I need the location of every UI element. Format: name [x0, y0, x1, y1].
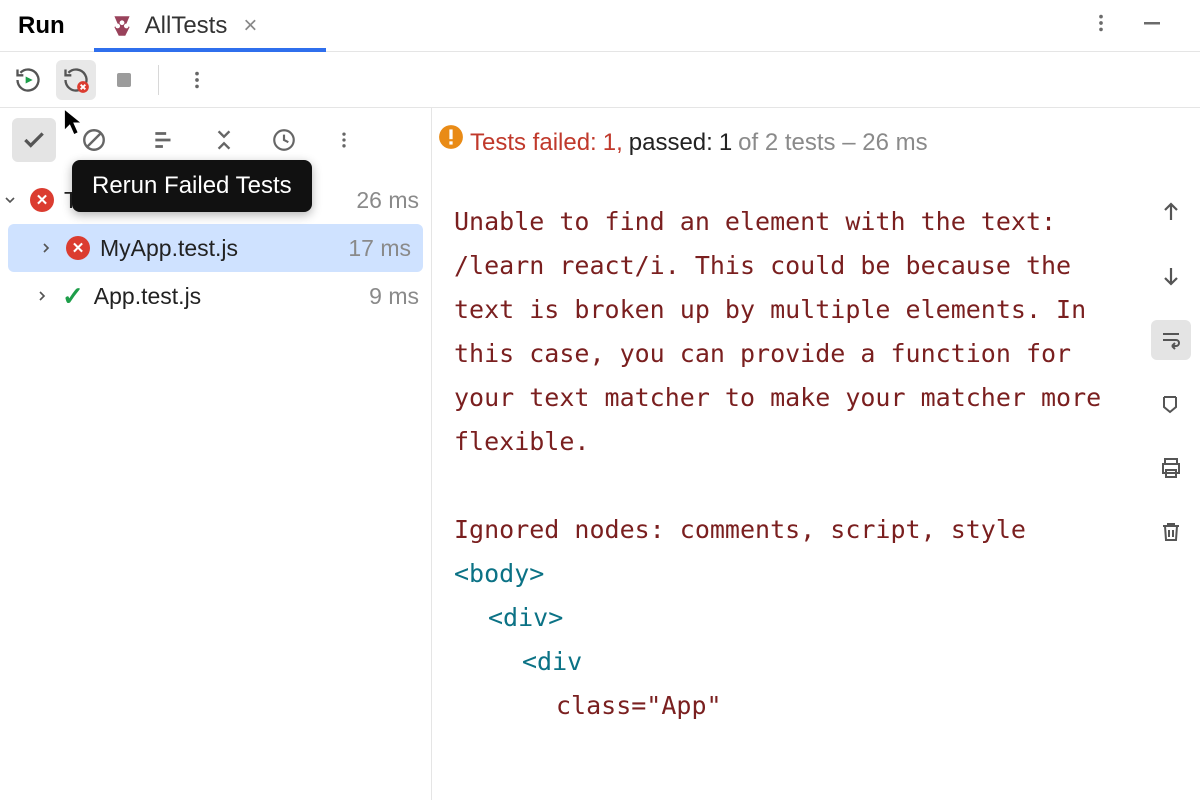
test-tree: Test Results 26 ms MyApp.test.js 17 ms ✓… — [0, 172, 431, 800]
ignored-nodes-line: Ignored nodes: comments, script, style — [454, 508, 1130, 552]
print-icon[interactable] — [1151, 448, 1191, 488]
rerun-failed-button[interactable] — [56, 60, 96, 100]
tree-root-time: 26 ms — [356, 187, 419, 214]
html-div-tag: <div — [454, 640, 1130, 684]
test-summary-status: Tests failed: 1, passed: 1 of 2 tests – … — [432, 108, 1142, 172]
error-message: Unable to find an element with the text:… — [454, 200, 1130, 464]
history-icon[interactable] — [262, 118, 306, 162]
test-output-console[interactable]: Unable to find an element with the text:… — [432, 172, 1142, 800]
html-class-attr: class="App" — [454, 684, 1130, 728]
fail-status-icon — [66, 236, 90, 260]
run-header: Run AllTests × — [0, 0, 1200, 52]
passed-count: 1 — [719, 129, 732, 157]
summary-suffix: of 2 tests – 26 ms — [738, 129, 927, 157]
failed-count: 1, — [603, 129, 623, 157]
scroll-up-icon[interactable] — [1151, 192, 1191, 232]
scroll-down-icon[interactable] — [1151, 256, 1191, 296]
tree-item-app[interactable]: ✓ App.test.js 9 ms — [0, 272, 431, 320]
pass-status-icon: ✓ — [62, 281, 84, 312]
minimize-icon[interactable] — [1140, 11, 1164, 40]
jest-icon — [109, 13, 135, 39]
fail-status-icon — [30, 188, 54, 212]
tree-item-label: MyApp.test.js — [100, 235, 238, 262]
soft-wrap-icon[interactable] — [1151, 320, 1191, 360]
run-toolwindow-label: Run — [18, 12, 65, 40]
show-passed-toggle[interactable] — [12, 118, 56, 162]
run-config-tab[interactable]: AllTests × — [93, 0, 282, 51]
html-div-tag: <div> — [454, 596, 1130, 640]
sort-icon[interactable] — [142, 118, 186, 162]
passed-label: passed: — [629, 129, 713, 157]
tree-item-myapp[interactable]: MyApp.test.js 17 ms — [8, 224, 423, 272]
scroll-to-end-icon[interactable] — [1151, 384, 1191, 424]
tree-more-icon[interactable] — [322, 118, 366, 162]
tooltip: Rerun Failed Tests — [72, 160, 312, 212]
expand-all-icon[interactable] — [202, 118, 246, 162]
failed-label: Tests failed: — [470, 129, 597, 157]
toolbar-more-icon[interactable] — [177, 60, 217, 100]
show-ignored-toggle[interactable] — [72, 118, 116, 162]
chevron-down-icon[interactable] — [0, 192, 20, 208]
run-toolbar — [0, 52, 1200, 108]
chevron-right-icon[interactable] — [32, 288, 52, 304]
more-vertical-icon[interactable] — [1090, 12, 1112, 39]
tree-item-label: App.test.js — [94, 283, 201, 310]
console-side-rail — [1142, 108, 1200, 800]
stop-button[interactable] — [104, 60, 144, 100]
tree-item-time: 17 ms — [348, 235, 411, 262]
close-icon[interactable]: × — [243, 12, 257, 40]
trash-icon[interactable] — [1151, 512, 1191, 552]
warning-icon — [438, 124, 464, 150]
tab-title: AllTests — [145, 12, 228, 40]
tree-item-time: 9 ms — [369, 283, 419, 310]
html-body-tag: <body> — [454, 552, 1130, 596]
toolbar-divider — [158, 65, 159, 95]
chevron-right-icon[interactable] — [36, 240, 56, 256]
rerun-button[interactable] — [8, 60, 48, 100]
